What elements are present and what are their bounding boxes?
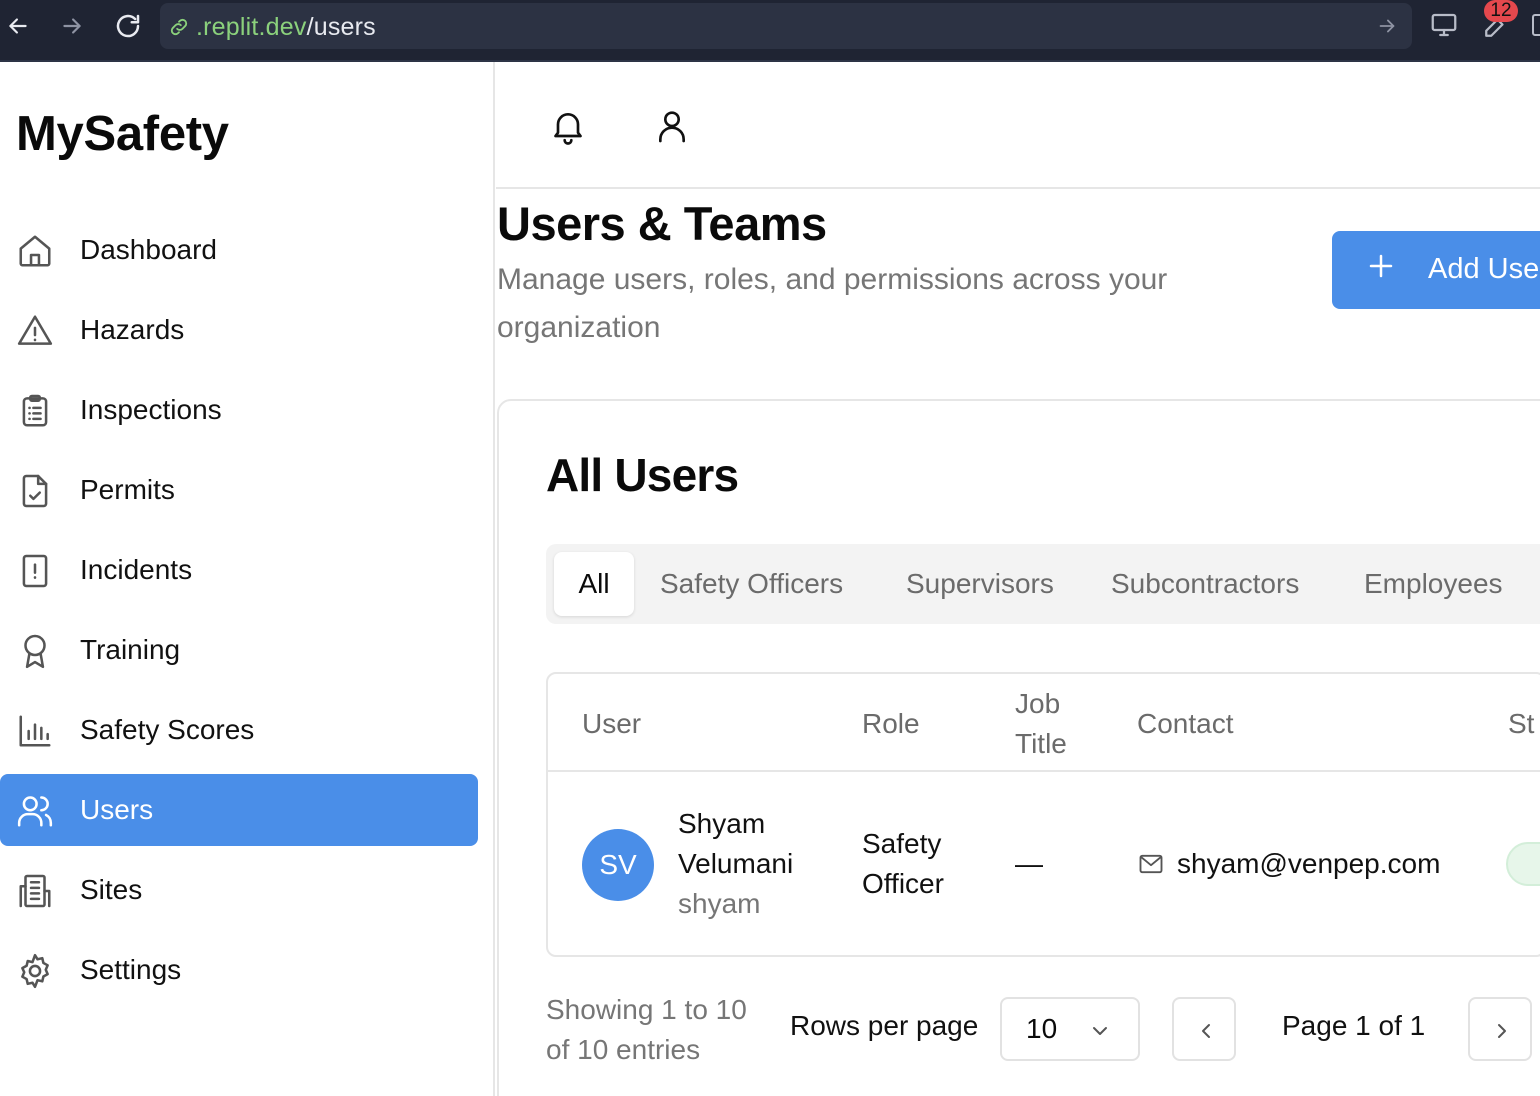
- user-icon[interactable]: [652, 106, 692, 146]
- column-header-job-title-line1[interactable]: Job: [1015, 684, 1060, 724]
- sidebar-item-hazards[interactable]: Hazards: [0, 294, 478, 366]
- tab-employees[interactable]: Employees: [1364, 552, 1503, 616]
- page-indicator: Page 1 of 1: [1282, 1010, 1426, 1041]
- link-icon: [168, 16, 190, 43]
- sidebar-item-safety-scores[interactable]: Safety Scores: [0, 694, 478, 766]
- user-role-line2: Officer: [862, 868, 944, 899]
- showing-line2: of 10 entries: [546, 1034, 701, 1065]
- column-header-role[interactable]: Role: [862, 704, 920, 744]
- chevron-right-icon: [1498, 1024, 1506, 1038]
- column-header-contact[interactable]: Contact: [1137, 704, 1234, 744]
- go-icon[interactable]: [1376, 15, 1398, 42]
- monitor-icon[interactable]: [1428, 10, 1460, 45]
- sidebar-item-label: Dashboard: [80, 234, 217, 265]
- user-role-line1: Safety: [862, 828, 942, 859]
- forward-icon[interactable]: [54, 8, 90, 44]
- sidebar-item-users[interactable]: Users: [0, 774, 478, 846]
- user-last-name: Velumani: [678, 848, 794, 879]
- home-icon: [16, 232, 54, 270]
- showing-line1: Showing 1 to 10: [546, 994, 747, 1025]
- sidebar-item-label: Incidents: [80, 554, 193, 585]
- sidebar-item-label: Hazards: [80, 314, 185, 345]
- page-subtitle: Manage users, roles, and permissions acr…: [497, 263, 1168, 344]
- column-header-status[interactable]: St: [1508, 704, 1534, 744]
- user-email[interactable]: shyam@venpep.com: [1177, 844, 1440, 884]
- mail-icon: [1137, 850, 1165, 883]
- reload-icon[interactable]: [110, 8, 146, 44]
- url-text: .replit.dev/users: [196, 13, 376, 42]
- column-header-job-title-line2[interactable]: Title: [1015, 724, 1067, 764]
- browser-toolbar: .replit.dev/users 12: [0, 0, 1540, 62]
- status-badge: [1506, 842, 1540, 886]
- tab-all[interactable]: All: [554, 552, 634, 616]
- bell-icon[interactable]: [548, 106, 588, 146]
- url-host: .replit.dev: [196, 13, 307, 41]
- gear-icon: [16, 952, 54, 990]
- clipboard-list-icon: [16, 392, 54, 430]
- sidebar-item-dashboard[interactable]: Dashboard: [0, 214, 478, 286]
- extension-badge: 12: [1484, 0, 1518, 22]
- table-header-divider: [548, 770, 1540, 772]
- user-filter-tabs: All Safety Officers Supervisors Subcontr…: [546, 544, 1540, 624]
- sidebar-item-label: Users: [80, 794, 154, 825]
- tab-supervisors[interactable]: Supervisors: [906, 552, 1054, 616]
- chevron-left-icon: [1202, 1024, 1210, 1038]
- sidebar-item-incidents[interactable]: Incidents: [0, 534, 478, 606]
- sidebar-item-inspections[interactable]: Inspections: [0, 374, 478, 446]
- sidebar-item-settings[interactable]: Settings: [0, 934, 478, 1006]
- add-user-button[interactable]: Add User: [1332, 231, 1540, 309]
- avatar: SV: [582, 829, 654, 901]
- users-icon: [16, 792, 54, 830]
- users-table: User Role Job Title Contact St SV Shyam …: [546, 672, 1540, 957]
- add-user-button-label: Add User: [1428, 253, 1540, 285]
- plus-icon: [1366, 251, 1396, 287]
- sidebar-item-label: Sites: [80, 874, 143, 905]
- app-logo[interactable]: MySafety: [16, 106, 229, 162]
- sidebar-item-permits[interactable]: Permits: [0, 454, 478, 526]
- top-header: [496, 62, 1540, 189]
- sidebar-item-label: Permits: [80, 474, 175, 505]
- tab-safety-officers[interactable]: Safety Officers: [660, 552, 843, 616]
- user-job-title: —: [1015, 848, 1043, 879]
- column-header-user[interactable]: User: [582, 704, 641, 744]
- sidebar: MySafety Dashboard Hazards Inspections P…: [0, 62, 495, 1096]
- bar-chart-icon: [16, 712, 54, 750]
- rows-per-page-value: 10: [1026, 1013, 1058, 1044]
- warning-triangle-icon: [16, 312, 54, 350]
- rows-per-page-select[interactable]: 10: [1000, 997, 1140, 1061]
- back-icon[interactable]: [0, 8, 36, 44]
- showing-entries-text: Showing 1 to 10 of 10 entries: [546, 990, 786, 1070]
- tab-subcontractors[interactable]: Subcontractors: [1111, 552, 1299, 616]
- sidebar-item-label: Settings: [80, 954, 182, 985]
- sidebar-toggle-icon[interactable]: [1532, 14, 1540, 36]
- sidebar-item-training[interactable]: Training: [0, 614, 478, 686]
- rows-per-page-label: Rows per page: [790, 1010, 979, 1041]
- sidebar-item-label: Safety Scores: [80, 714, 255, 745]
- sidebar-item-sites[interactable]: Sites: [0, 854, 478, 926]
- user-first-name: Shyam: [678, 808, 766, 839]
- file-check-icon: [16, 472, 54, 510]
- previous-page-button[interactable]: [1172, 997, 1236, 1061]
- award-ribbon-icon: [16, 632, 54, 670]
- page-title: Users & Teams: [497, 197, 827, 250]
- sidebar-item-label: Inspections: [80, 394, 222, 425]
- user-username: shyam: [678, 888, 761, 919]
- next-page-button[interactable]: [1468, 997, 1532, 1061]
- card-title: All Users: [546, 449, 739, 501]
- url-path: /users: [306, 13, 376, 41]
- building-icon: [16, 872, 54, 910]
- sidebar-item-label: Training: [80, 634, 181, 665]
- file-alert-icon: [16, 552, 54, 590]
- address-bar[interactable]: .replit.dev/users: [160, 3, 1412, 49]
- chevron-down-icon: [1088, 1019, 1112, 1043]
